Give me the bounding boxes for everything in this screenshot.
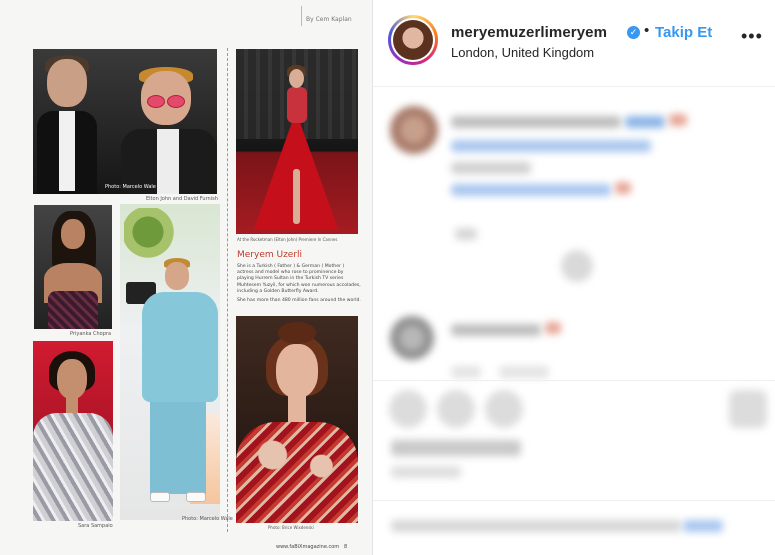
blurred-comment-meta [499, 366, 549, 378]
blurred-hashtags [451, 140, 651, 152]
instagram-post: By Cem Kaplan Photo: Marcelo Wale Elton … [0, 0, 775, 555]
article-body: She is a Turkish ( Father ) & German ( M… [237, 264, 361, 307]
post-header: meryemuzerlimeryem ✓ • Takip Et London, … [373, 0, 775, 87]
profile-avatar[interactable] [388, 15, 438, 65]
caption-red-carpet: At the Rocketman (Elton John) Premiere I… [237, 237, 338, 242]
more-options-icon[interactable]: ••• [741, 26, 763, 47]
photo-sara-sampaio [33, 341, 113, 521]
caption-avatar [390, 106, 438, 154]
loading-spinner-icon [561, 250, 593, 282]
blurred-comment-input[interactable] [391, 520, 681, 532]
caption-elton-blue: Photo: Marcelo Wale [182, 516, 233, 522]
photo-credit: Photo: Marcelo Wale [105, 184, 156, 190]
blurred-post-date [391, 466, 461, 478]
comment-box-divider [373, 500, 775, 501]
verified-badge-icon: ✓ [627, 26, 640, 39]
caption-meryem-credit: Photo: Brice Wixdenski [268, 525, 314, 530]
caption-priyanka: Priyanka Chopra [70, 331, 112, 337]
article-paragraph: She is a Turkish ( Father ) & German ( M… [237, 264, 361, 294]
caption-sara: Sara Sampaio [78, 523, 113, 529]
article-paragraph: She has more than 480 million fans aroun… [237, 298, 361, 304]
photo-meryem-uzerli [236, 316, 358, 523]
blurred-comment-meta [451, 366, 481, 378]
blurred-hashtags [451, 184, 611, 196]
blurred-timestamp [455, 228, 477, 240]
blurred-like-count [391, 440, 521, 456]
photo-priyanka-chopra [34, 205, 112, 329]
post-image[interactable]: By Cem Kaplan Photo: Marcelo Wale Elton … [0, 0, 372, 555]
blurred-emoji [615, 182, 631, 194]
username-link[interactable]: meryemuzerlimeryem [451, 24, 607, 41]
post-side-panel: meryemuzerlimeryem ✓ • Takip Et London, … [372, 0, 775, 555]
blurred-emoji [545, 322, 561, 334]
blurred-caption-text [451, 116, 621, 128]
photo-elton-john-david-furnish: Photo: Marcelo Wale [33, 49, 217, 194]
action-bar-divider [373, 380, 775, 381]
share-icon[interactable] [485, 390, 523, 428]
article-title: Meryem Uzerli [237, 250, 303, 260]
blurred-caption-text [625, 116, 665, 128]
comment-icon[interactable] [437, 390, 475, 428]
blurred-post-button[interactable] [683, 520, 723, 532]
blurred-comment-text [451, 324, 541, 336]
save-bookmark-icon[interactable] [729, 390, 767, 428]
magazine-website: www.faBiXmagazine.com 8 [276, 544, 348, 550]
blurred-caption-text [451, 162, 531, 174]
comment-avatar [390, 316, 434, 360]
blurred-emoji [669, 114, 687, 126]
photo-red-gown [236, 49, 358, 234]
magazine-column-divider [227, 48, 228, 532]
location-link[interactable]: London, United Kingdom [451, 45, 594, 60]
separator-dot: • [644, 22, 650, 39]
like-heart-icon[interactable] [389, 390, 427, 428]
photo-elton-john-blue-suit [120, 204, 220, 520]
follow-button[interactable]: Takip Et [655, 24, 712, 41]
magazine-byline: By Cem Kaplan [301, 6, 352, 26]
caption-elton-david: Elton John and David Furnish [146, 196, 218, 202]
